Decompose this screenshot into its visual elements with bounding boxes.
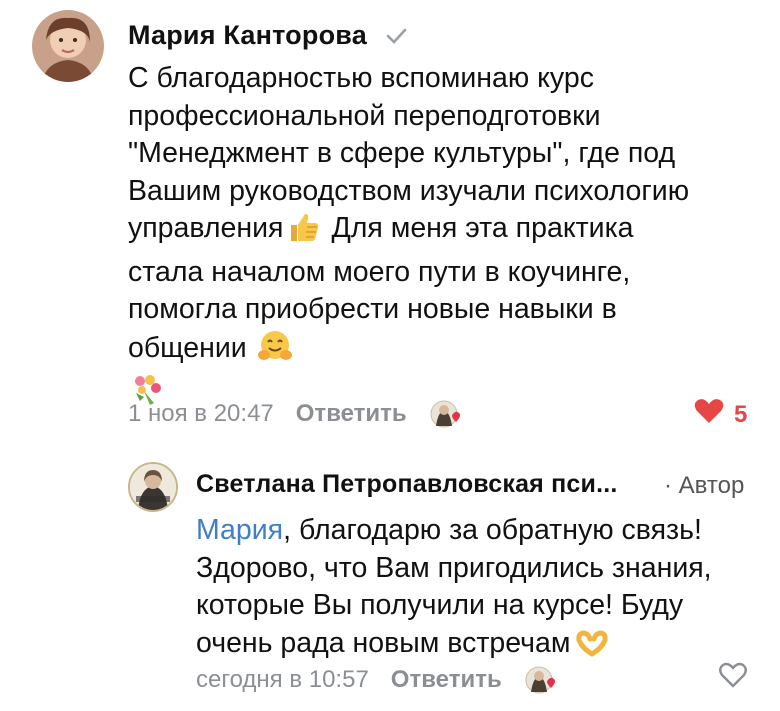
text-line: Здорово, что Вам пригодились знания, xyxy=(196,551,712,584)
heart-hands-emoji xyxy=(574,629,610,669)
author-name-text: Светлана Петропавловская пси... xyxy=(196,470,618,498)
author-liked-avatar xyxy=(429,398,465,430)
text-line: помогла приобрести новые навыки в xyxy=(128,293,617,325)
timestamp[interactable]: 1 ноя в 20:47 xyxy=(128,400,274,428)
author-liked-avatar xyxy=(524,664,560,696)
hugging-face-emoji xyxy=(257,329,293,374)
text-line: "Менеджмент в сфере культуры", где под xyxy=(128,137,676,169)
text-line: профессиональной переподготовки xyxy=(128,99,601,132)
heart-outline-icon xyxy=(718,662,748,695)
like-button[interactable]: 5 xyxy=(694,398,747,431)
author-badge: · Автор xyxy=(664,472,745,499)
like-count: 5 xyxy=(734,400,748,428)
comment-text: С благодарностью вспоминаю курс професси… xyxy=(128,60,768,413)
mention-link[interactable]: Мария xyxy=(196,514,283,546)
text-line: Вашим руководством изучали психологию xyxy=(128,174,690,207)
thumbs-up-emoji xyxy=(287,211,321,254)
avatar[interactable] xyxy=(32,10,104,82)
heart-filled-icon xyxy=(694,398,724,431)
author-name[interactable]: Мария Канторова xyxy=(128,20,407,52)
reply-button[interactable]: Ответить xyxy=(296,400,407,428)
avatar[interactable] xyxy=(128,462,178,512)
text-line: Мария, благодарю за обратную связь! xyxy=(196,514,702,546)
text-line: стала началом моего пути в коучинге, xyxy=(128,255,631,288)
text-line: очень рада новым встречам xyxy=(196,625,766,669)
comment-meta: сегодня в 10:57 Ответить xyxy=(196,664,560,696)
reply-button[interactable]: Ответить xyxy=(391,666,502,694)
like-button[interactable] xyxy=(718,662,748,695)
text-line: С благодарностью вспоминаю курс xyxy=(128,62,594,94)
timestamp[interactable]: сегодня в 10:57 xyxy=(196,666,369,694)
text-line: которые Вы получили на курсе! Буду xyxy=(196,589,684,621)
author-name-text: Мария Канторова xyxy=(128,20,367,50)
author-name[interactable]: Светлана Петропавловская пси... xyxy=(196,470,618,499)
comment-text: Мария, благодарю за обратную связь! Здор… xyxy=(196,512,766,668)
text-line: управления Для меня эта практика xyxy=(128,210,768,254)
comment-meta: 1 ноя в 20:47 Ответить xyxy=(128,398,465,430)
verified-check-icon xyxy=(385,21,407,52)
text-line: общении xyxy=(128,329,768,374)
